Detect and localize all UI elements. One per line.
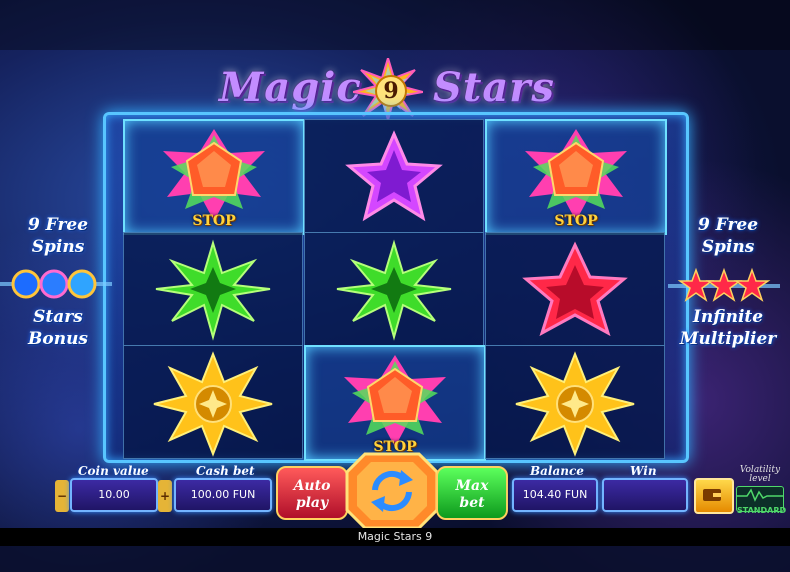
bottom-background-strip	[0, 546, 790, 572]
auto-play-line-2: play	[295, 495, 329, 511]
gold-star-icon	[515, 351, 635, 457]
footer-title: Magic Stars 9	[0, 528, 790, 546]
logo-number: 9	[375, 75, 407, 107]
balance-label: Balance	[530, 464, 584, 478]
auto-play-button[interactable]: Auto play	[276, 466, 348, 520]
reel-cell-r3-c3	[485, 345, 665, 459]
red-gem-stars-icon	[668, 267, 780, 302]
coin-value-display: 10.00	[70, 478, 158, 512]
purple-star-icon	[345, 130, 443, 222]
balance-display: 104.40 FUN	[512, 478, 598, 512]
top-dark-bar	[0, 0, 790, 50]
pulse-graph-icon	[737, 488, 783, 502]
win-display	[602, 478, 688, 512]
win-label: Win	[630, 464, 657, 478]
max-bet-button[interactable]: Max bet	[436, 466, 508, 520]
volatility-graph: STANDARD	[736, 486, 787, 515]
left-line-4: Bonus	[28, 329, 88, 349]
red-star-icon	[522, 241, 628, 337]
reel-cell-r2-c1	[123, 232, 303, 346]
reel-cell-r3-c1	[123, 345, 303, 459]
left-line-3: Stars	[33, 307, 83, 327]
volatility-value: STANDARD	[737, 506, 787, 515]
blue-gem-stars-icon	[0, 269, 112, 299]
logo-word-magic: Magic	[219, 64, 362, 111]
green-star-icon	[155, 239, 271, 341]
gold-star-icon	[153, 351, 273, 457]
reel-cell-r1-c1: STOP	[123, 119, 305, 235]
wallet-icon	[703, 489, 721, 501]
left-line-1: 9 Free	[27, 215, 89, 235]
coin-increase-button[interactable]: +	[158, 480, 172, 512]
spin-button[interactable]	[345, 452, 439, 530]
right-line-3: Infinite	[692, 307, 764, 327]
max-bet-line-1: Max	[455, 478, 489, 494]
volatility-label-2: level	[749, 474, 771, 484]
green-star-icon	[336, 239, 452, 341]
reel-cell-r1-c3: STOP	[485, 119, 667, 235]
right-line-1: 9 Free	[697, 215, 759, 235]
reels-frame: STOP STOP STOP	[103, 112, 689, 463]
left-line-2: Spins	[31, 237, 85, 257]
right-line-4: Multiplier	[679, 329, 777, 349]
logo-word-stars: Stars	[433, 64, 555, 111]
reel-cell-r1-c2	[304, 119, 484, 233]
auto-play-line-1: Auto	[293, 478, 331, 494]
reel-cell-r2-c3	[485, 232, 665, 346]
menu-button[interactable]	[694, 478, 734, 514]
reel-cell-r3-c2: STOP	[304, 345, 486, 461]
max-bet-line-2: bet	[459, 495, 485, 511]
cash-bet-label: Cash bet	[196, 464, 255, 478]
game-logo: Magic 9 Stars	[215, 58, 575, 120]
stop-label: STOP	[554, 213, 598, 229]
coin-value-label: Coin value	[78, 464, 149, 478]
stop-label: STOP	[192, 213, 236, 229]
right-line-2: Spins	[701, 237, 755, 257]
volatility-indicator: Volatility level STANDARD	[734, 466, 786, 516]
coin-decrease-button[interactable]: −	[55, 480, 69, 512]
reel-cell-r2-c2	[304, 232, 484, 346]
cash-bet-display: 100.00 FUN	[174, 478, 272, 512]
